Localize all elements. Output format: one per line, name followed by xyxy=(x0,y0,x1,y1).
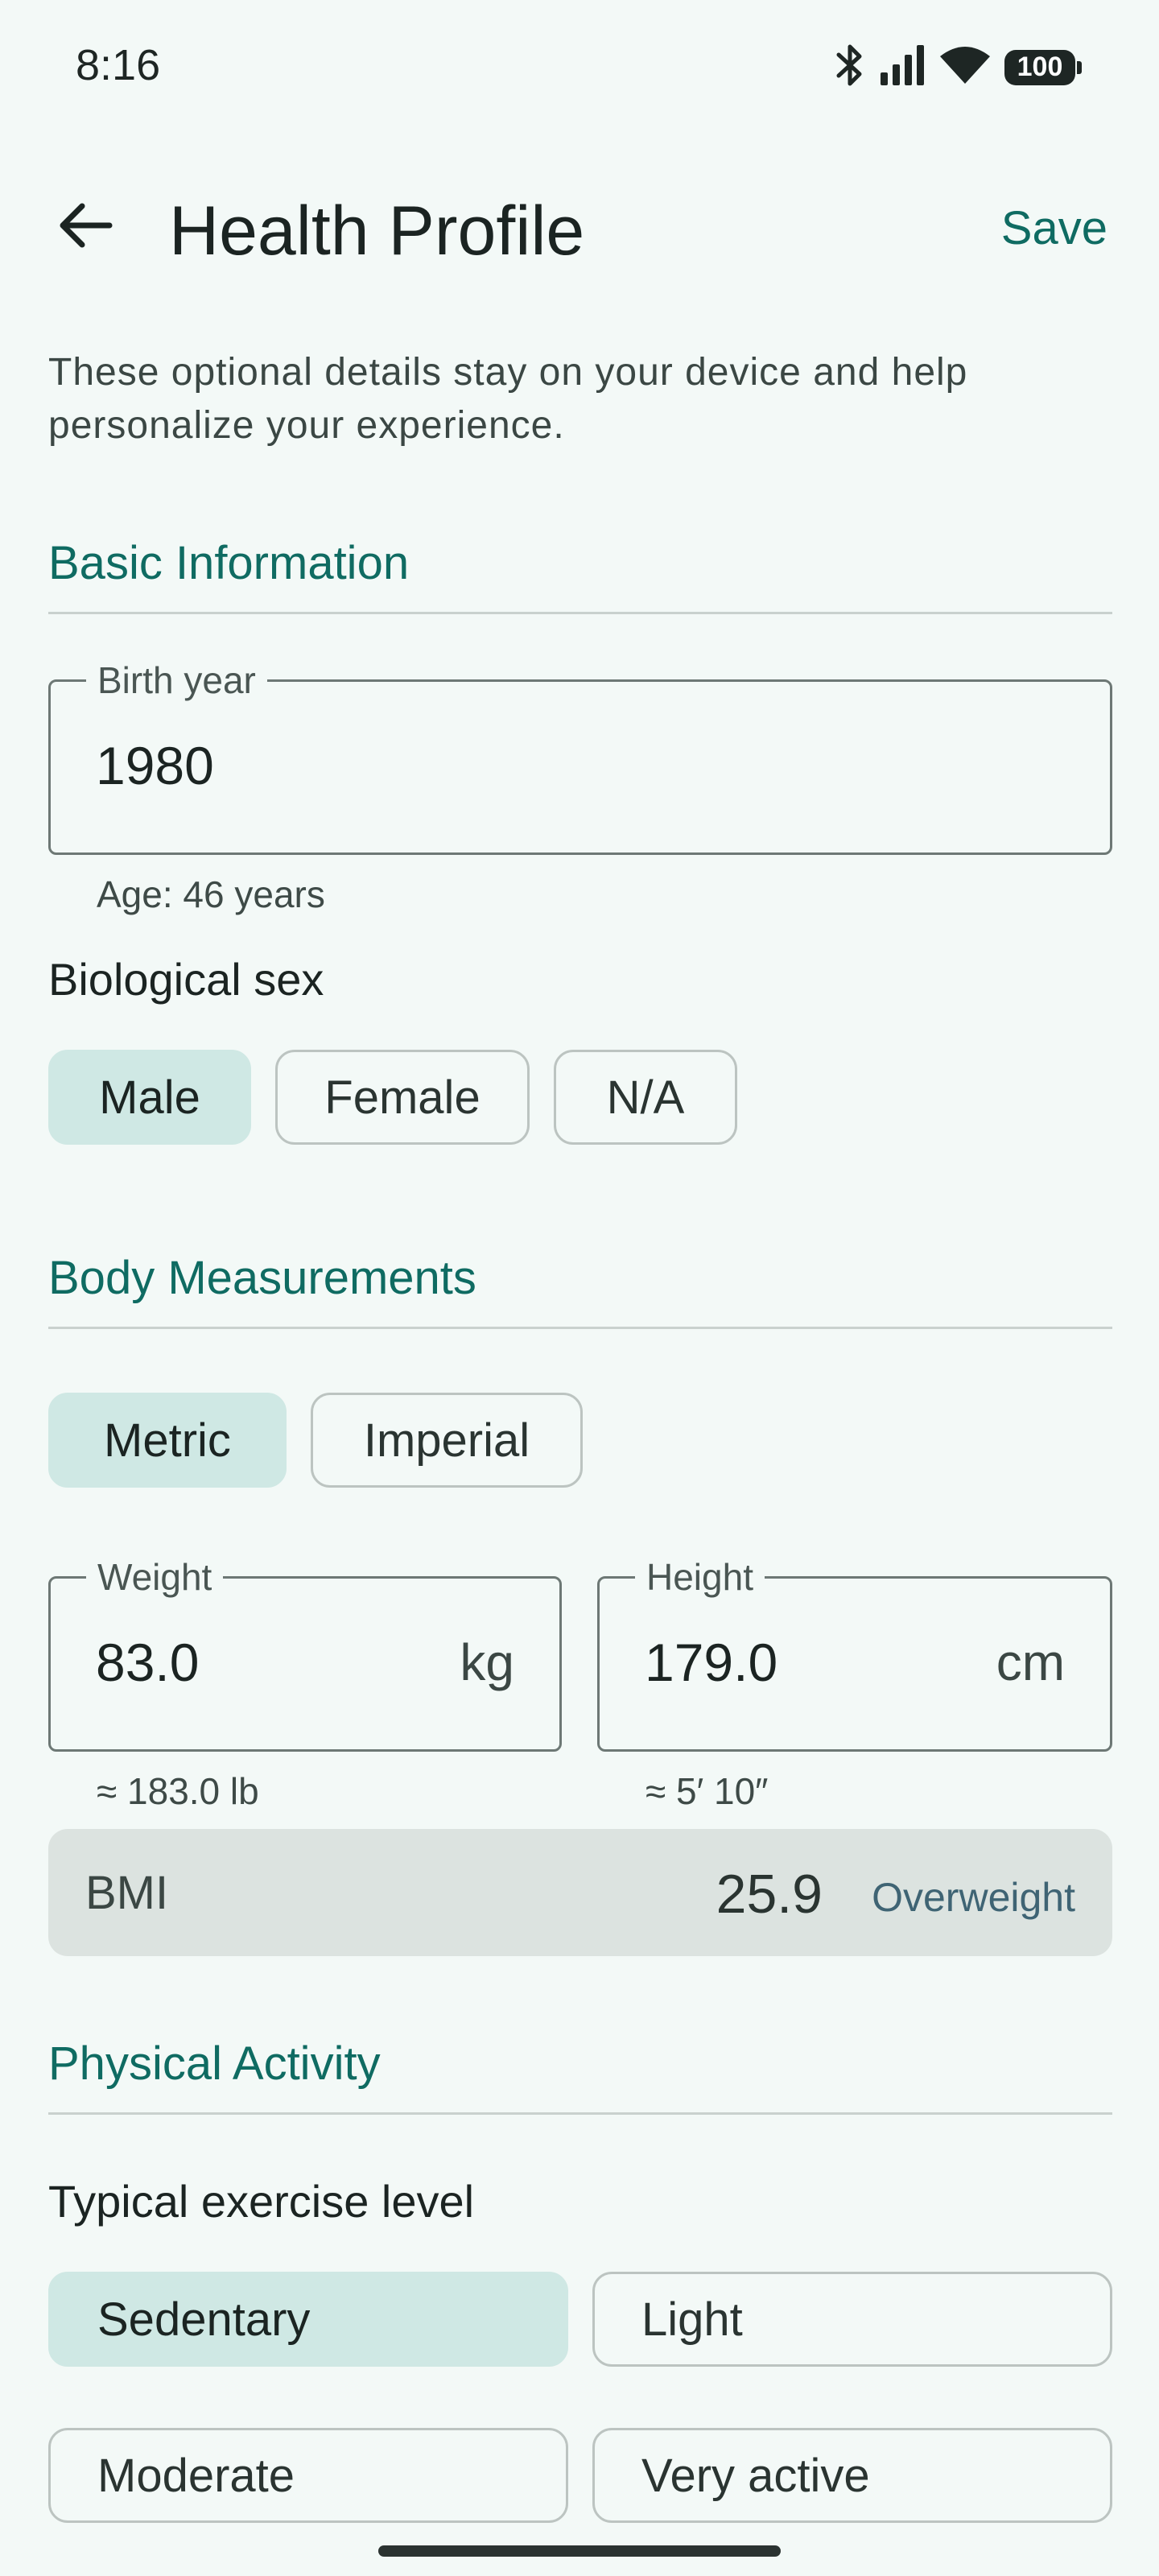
section-title-basic: Basic Information xyxy=(48,537,410,589)
sex-option-male[interactable]: Male xyxy=(48,1050,251,1145)
height-label: Height xyxy=(635,1554,765,1600)
height-field[interactable]: Height 179.0 cm xyxy=(597,1554,1112,1752)
section-title-body: Body Measurements xyxy=(48,1252,476,1304)
section-divider xyxy=(48,2112,1112,2115)
activity-option-very-active[interactable]: Very active xyxy=(592,2428,1112,2523)
battery-icon: 100 xyxy=(1004,49,1082,85)
section-divider xyxy=(48,1327,1112,1329)
unit-option-imperial[interactable]: Imperial xyxy=(311,1393,583,1488)
status-icons: 100 xyxy=(834,43,1082,91)
activity-option-moderate[interactable]: Moderate xyxy=(48,2428,568,2523)
signal-icon xyxy=(881,45,926,89)
height-unit: cm xyxy=(996,1633,1065,1691)
status-time: 8:16 xyxy=(76,41,161,89)
height-helper: ≈ 5′ 10″ xyxy=(645,1770,769,1812)
weight-value: 83.0 xyxy=(96,1633,200,1692)
biological-sex-label: Biological sex xyxy=(48,954,324,1005)
activity-option-light[interactable]: Light xyxy=(592,2272,1112,2367)
sex-option-na[interactable]: N/A xyxy=(554,1050,737,1145)
bmi-card: BMI 25.9 Overweight xyxy=(48,1829,1112,1956)
weight-unit: kg xyxy=(460,1633,514,1691)
unit-option-metric[interactable]: Metric xyxy=(48,1393,287,1488)
bmi-label: BMI xyxy=(85,1867,169,1919)
bmi-category: Overweight xyxy=(872,1875,1075,1920)
intro-text: These optional details stay on your devi… xyxy=(48,351,968,447)
bluetooth-icon xyxy=(834,43,866,91)
wifi-icon xyxy=(940,45,990,89)
birth-year-value: 1980 xyxy=(96,736,214,795)
save-button[interactable]: Save xyxy=(998,193,1111,263)
page-title: Health Profile xyxy=(169,192,585,270)
birth-year-label: Birth year xyxy=(86,658,267,703)
back-arrow-icon xyxy=(60,203,113,248)
battery-level: 100 xyxy=(1017,52,1063,82)
weight-label: Weight xyxy=(86,1554,224,1600)
status-bar: 8:16 100 xyxy=(0,0,1159,137)
age-helper: Age: 46 years xyxy=(97,873,325,915)
activity-option-sedentary[interactable]: Sedentary xyxy=(48,2272,568,2367)
weight-field[interactable]: Weight 83.0 kg xyxy=(48,1554,562,1752)
section-title-activity: Physical Activity xyxy=(48,2037,381,2090)
weight-helper: ≈ 183.0 lb xyxy=(97,1770,259,1812)
section-divider xyxy=(48,612,1112,614)
app-bar: Health Profile Save xyxy=(0,161,1159,290)
bmi-value: 25.9 xyxy=(716,1864,823,1925)
sex-option-female[interactable]: Female xyxy=(275,1050,530,1145)
exercise-level-label: Typical exercise level xyxy=(48,2176,475,2227)
birth-year-field[interactable]: Birth year 1980 xyxy=(48,658,1112,855)
back-button[interactable] xyxy=(40,185,129,266)
home-indicator[interactable] xyxy=(378,2545,781,2557)
height-value: 179.0 xyxy=(645,1633,778,1692)
